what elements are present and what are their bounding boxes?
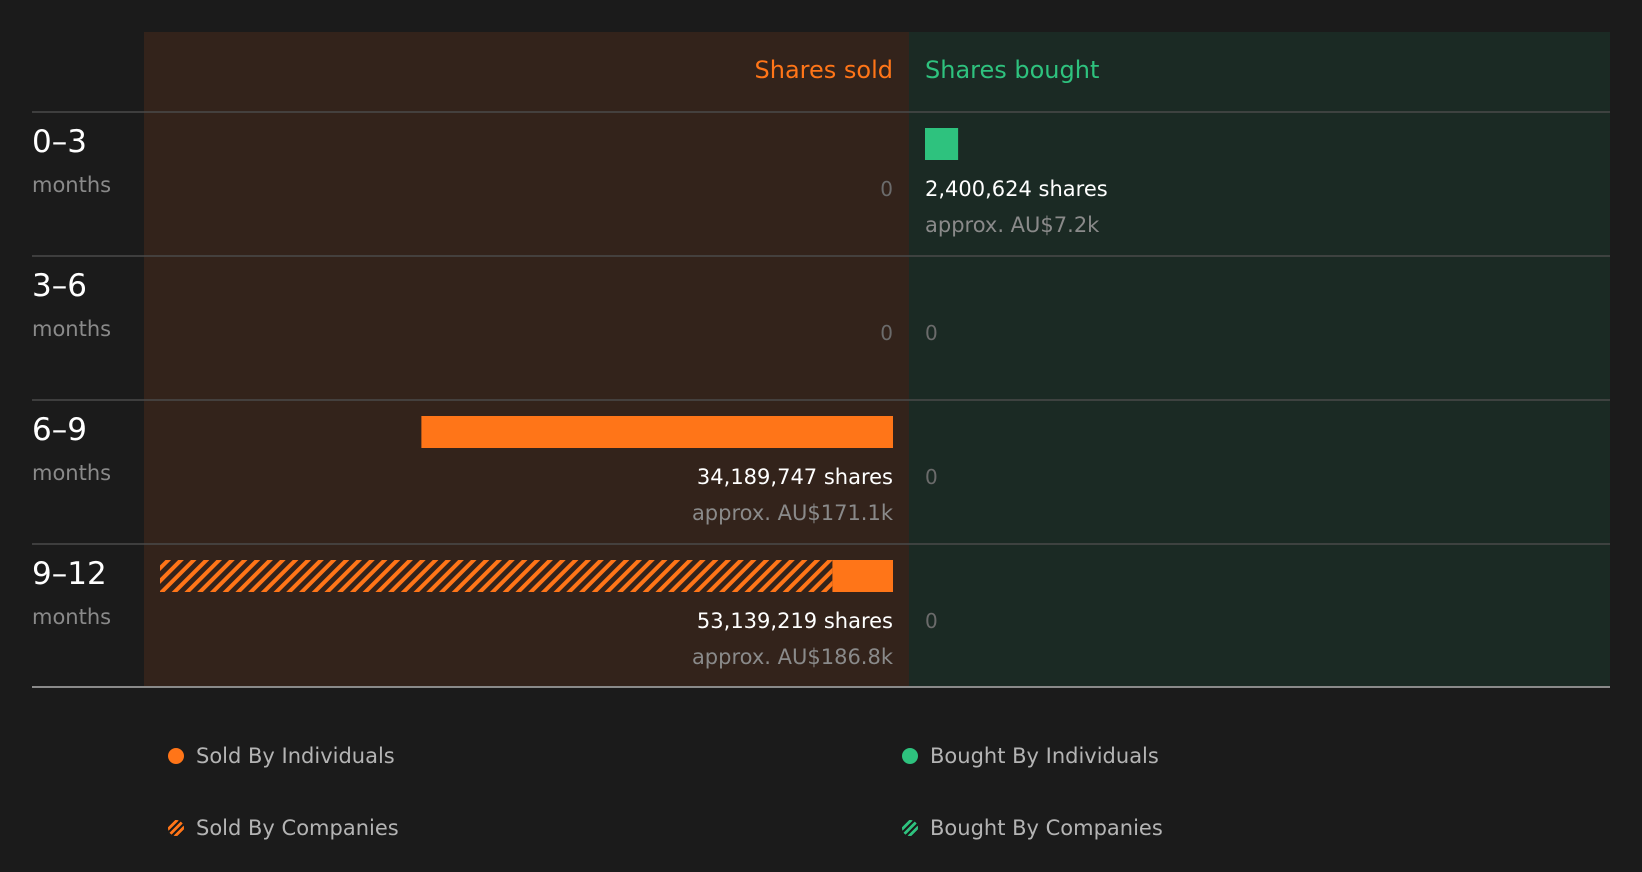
sold-companies-bar xyxy=(160,560,833,592)
sold-approx-label: approx. AU$186.8k xyxy=(692,645,894,669)
legend-label: Bought By Companies xyxy=(930,816,1163,840)
bought-zero-label: 0 xyxy=(925,321,938,345)
period-unit-label: months xyxy=(32,173,111,197)
bought-zero-label: 0 xyxy=(925,609,938,633)
bought-shares-label: 2,400,624 shares xyxy=(925,177,1108,201)
legend-sold-companies: Sold By Companies xyxy=(168,816,399,840)
bought-panel-background xyxy=(909,32,1610,686)
sold-zero-label: 0 xyxy=(880,321,893,345)
legend-swatch-hatched-green xyxy=(902,820,918,836)
period-label: 6–9 xyxy=(32,412,87,448)
period-label: 3–6 xyxy=(32,268,87,304)
legend-label: Sold By Individuals xyxy=(196,744,395,768)
period-unit-label: months xyxy=(32,317,111,341)
legend-bought-individuals: Bought By Individuals xyxy=(902,744,1159,768)
bought-zero-label: 0 xyxy=(925,465,938,489)
legend-swatch-solid-green xyxy=(902,748,918,764)
sold-header: Shares sold xyxy=(755,56,893,84)
legend-swatch-solid-orange xyxy=(168,748,184,764)
legend-sold-individuals: Sold By Individuals xyxy=(168,744,395,768)
sold-shares-label: 34,189,747 shares xyxy=(697,465,893,489)
bought-header: Shares bought xyxy=(925,56,1099,84)
legend-label: Sold By Companies xyxy=(196,816,399,840)
sold-approx-label: approx. AU$171.1k xyxy=(692,501,894,525)
legend-bought-companies: Bought By Companies xyxy=(902,816,1163,840)
bought-approx-label: approx. AU$7.2k xyxy=(925,213,1100,237)
sold-individuals-bar xyxy=(832,560,893,592)
period-unit-label: months xyxy=(32,461,111,485)
period-unit-label: months xyxy=(32,605,111,629)
sold-shares-label: 53,139,219 shares xyxy=(697,609,893,633)
sold-zero-label: 0 xyxy=(880,177,893,201)
legend-swatch-hatched-orange xyxy=(168,820,184,836)
sold-individuals-bar xyxy=(421,416,893,448)
bought-individuals-bar xyxy=(925,128,959,160)
insider-trading-chart: Shares sold Shares bought 0–3 months 0 2,40… xyxy=(32,32,1610,688)
period-label: 9–12 xyxy=(32,556,107,592)
legend-label: Bought By Individuals xyxy=(930,744,1159,768)
period-label: 0–3 xyxy=(32,124,87,160)
